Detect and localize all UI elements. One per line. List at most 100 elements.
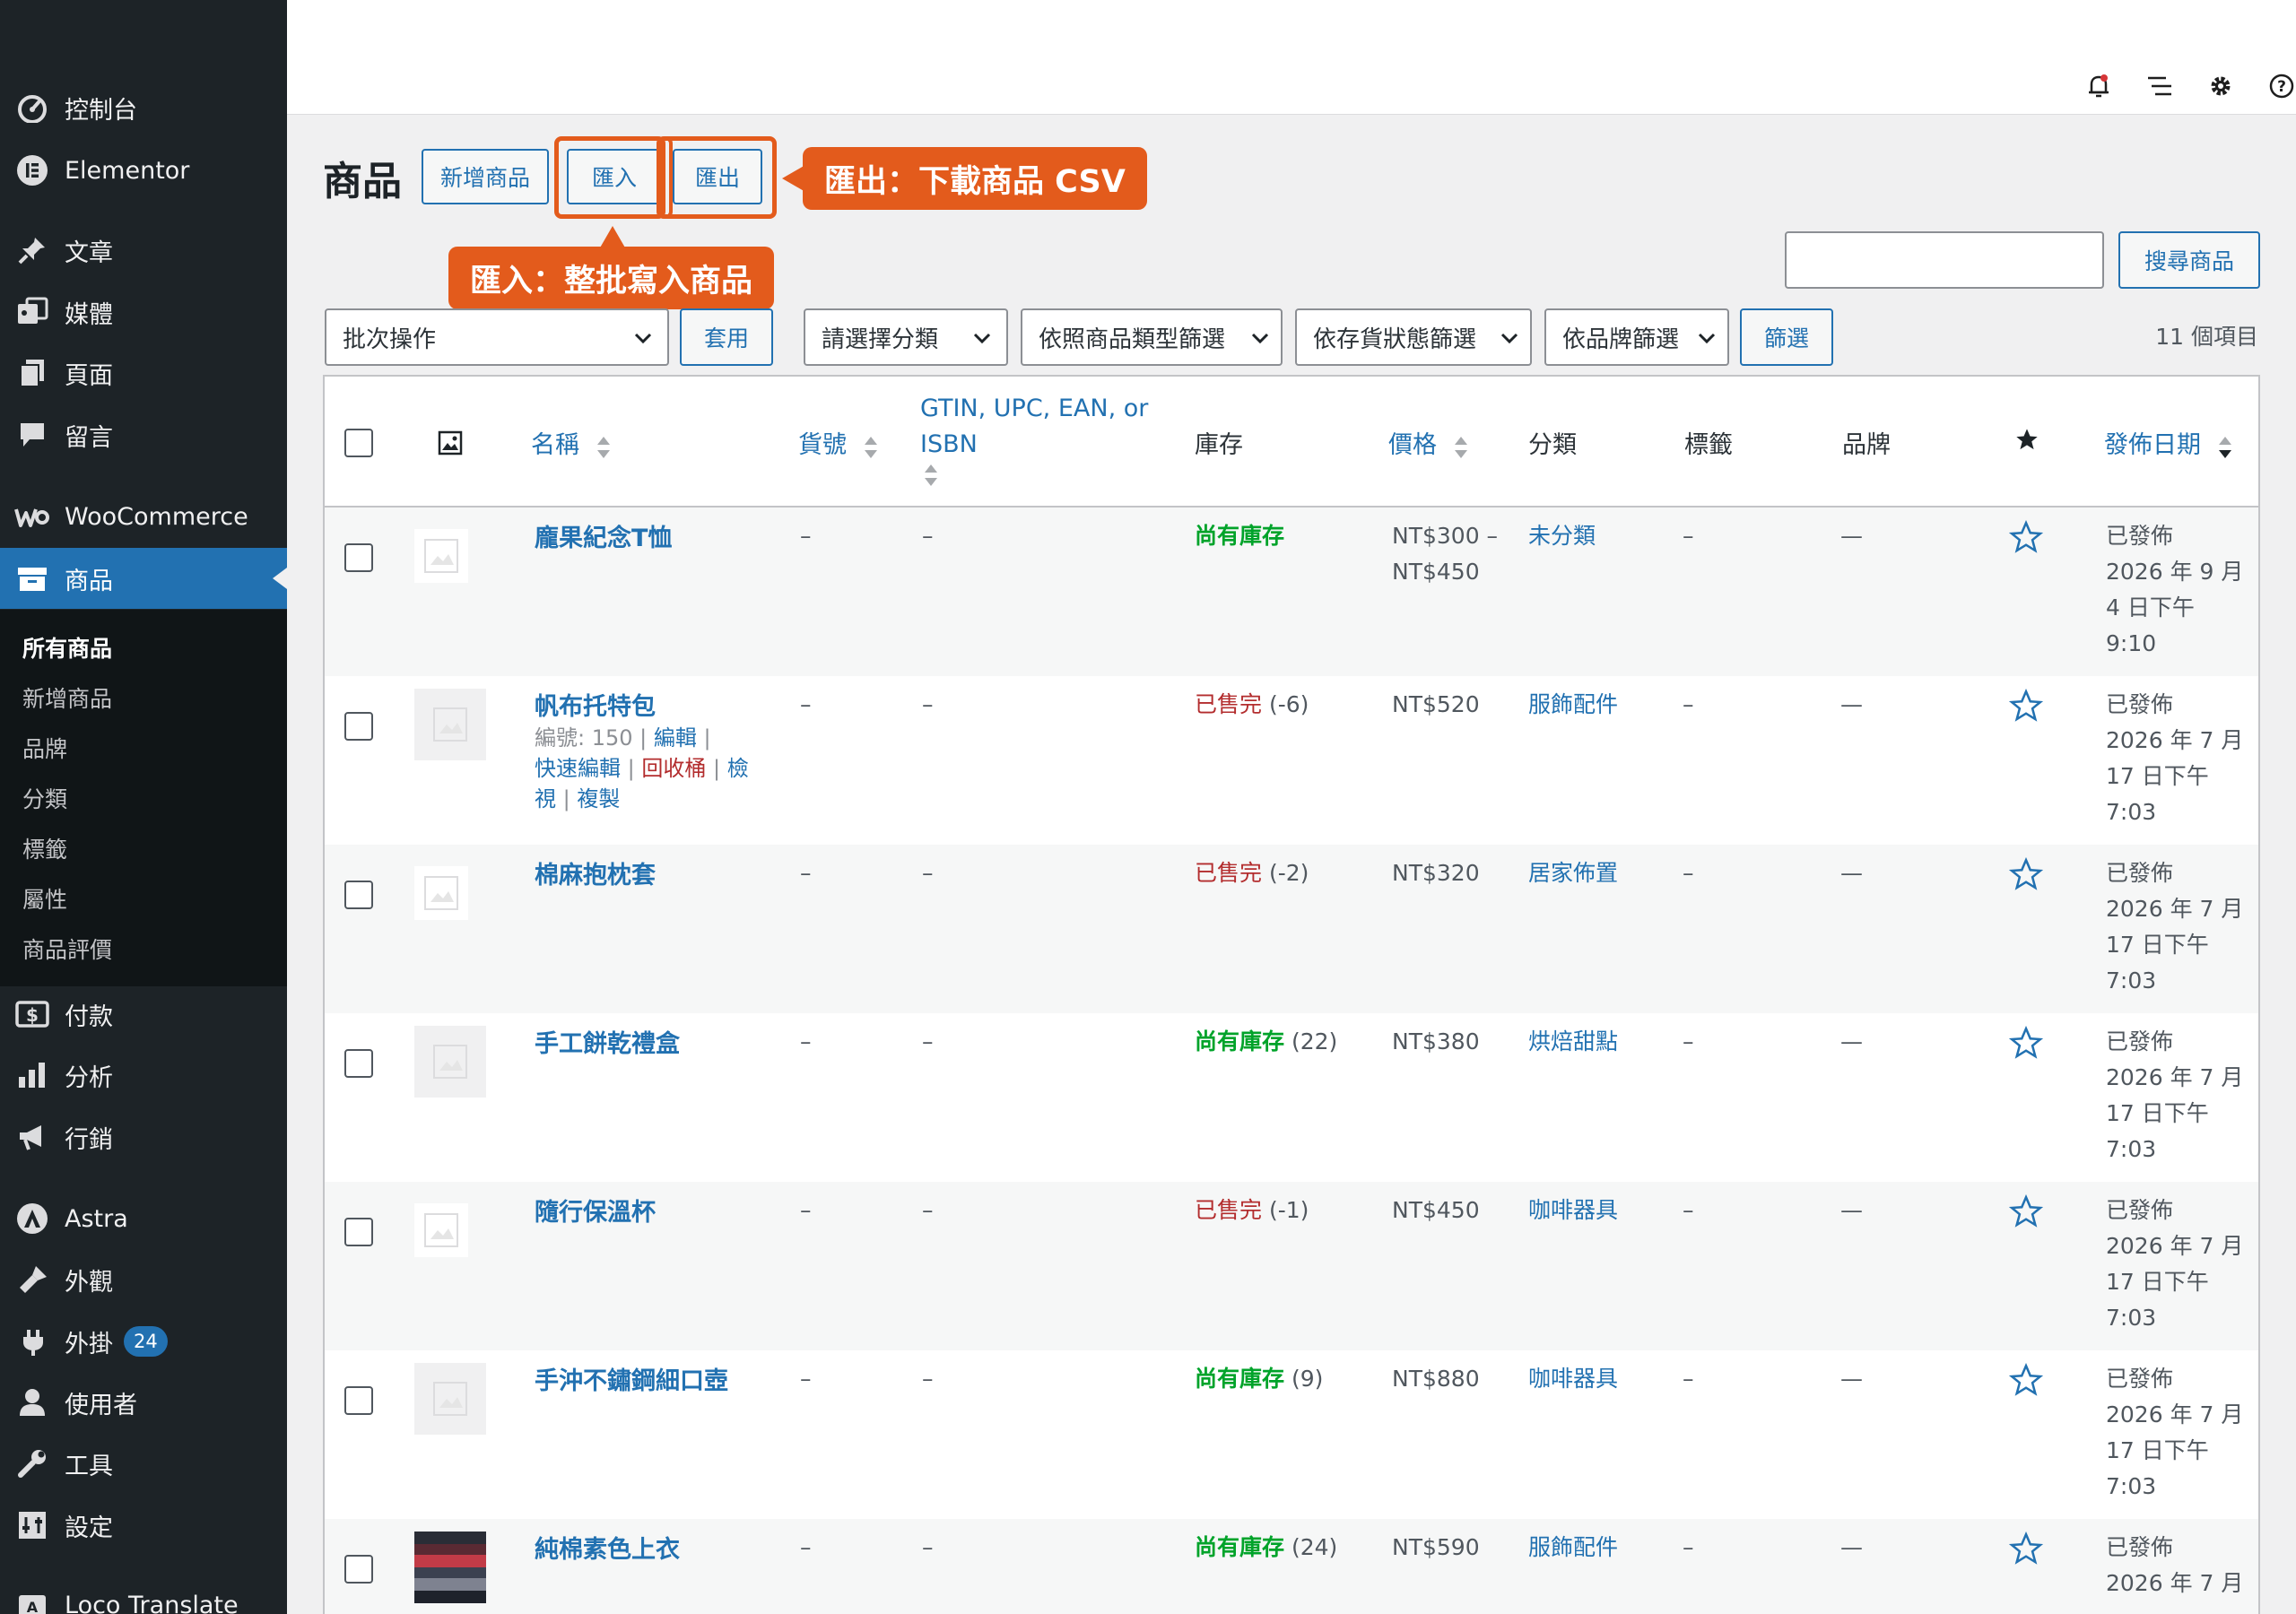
row-checkbox[interactable]	[344, 881, 373, 909]
category-link[interactable]: 居家佈置	[1528, 855, 1618, 891]
activity-list-icon[interactable]	[2142, 68, 2178, 104]
product-name-link[interactable]: 手工餅乾禮盒	[535, 1024, 680, 1059]
menu-plugins[interactable]: 外掛 24	[0, 1311, 287, 1372]
menu-posts[interactable]: 文章	[0, 220, 287, 281]
featured-toggle-star-icon[interactable]	[2009, 1026, 2043, 1060]
submenu-all-products[interactable]: 所有商品	[22, 631, 112, 664]
menu-woocommerce[interactable]: WooCommerce	[0, 486, 287, 547]
marketing-icon	[14, 1119, 50, 1155]
product-thumbnail-placeholder[interactable]	[414, 1026, 486, 1098]
export-button[interactable]: 匯出	[673, 149, 762, 204]
column-name[interactable]: 名稱	[531, 425, 611, 462]
chevron-down-icon	[1251, 333, 1269, 344]
brand-filter-select[interactable]: 依品牌篩選	[1544, 308, 1729, 366]
filter-button[interactable]: 篩選	[1740, 308, 1833, 366]
category-link[interactable]: 服飾配件	[1528, 687, 1618, 723]
column-price[interactable]: 價格	[1388, 425, 1468, 462]
stock-status-filter-select[interactable]: 依存貨狀態篩選	[1295, 308, 1532, 366]
menu-appearance[interactable]: 外觀	[0, 1249, 287, 1310]
view-link-part1[interactable]: 檢	[727, 756, 749, 781]
menu-comments[interactable]: 留言	[0, 404, 287, 465]
select-all-checkbox[interactable]	[344, 429, 373, 457]
price-cell: NT$380	[1392, 1028, 1480, 1054]
row-checkbox[interactable]	[344, 1555, 373, 1584]
product-name-link[interactable]: 棉麻抱枕套	[535, 855, 656, 890]
product-name-link[interactable]: 純棉素色上衣	[535, 1530, 680, 1565]
column-gtin[interactable]: GTIN, UPC, EAN, or ISBN	[920, 391, 1153, 490]
product-thumbnail-placeholder[interactable]	[414, 529, 468, 583]
menu-loco-translate[interactable]: A Loco Translate	[0, 1575, 287, 1614]
product-name-link[interactable]: 手沖不鏽鋼細口壺	[535, 1361, 728, 1396]
submenu-attributes[interactable]: 屬性	[22, 882, 67, 915]
product-name-link[interactable]: 隨行保溫杯	[535, 1193, 656, 1228]
product-name-link[interactable]: 龐果紀念T恤	[535, 518, 672, 553]
row-checkbox[interactable]	[344, 1386, 373, 1415]
menu-users[interactable]: 使用者	[0, 1372, 287, 1433]
row-checkbox[interactable]	[344, 543, 373, 572]
category-link[interactable]: 服飾配件	[1528, 1530, 1618, 1566]
menu-analytics[interactable]: 分析	[0, 1045, 287, 1106]
row-checkbox[interactable]	[344, 712, 373, 741]
gtin-cell: –	[922, 1366, 934, 1392]
menu-media[interactable]: 媒體	[0, 282, 287, 343]
menu-products[interactable]: 商品	[0, 548, 287, 609]
menu-astra[interactable]: Astra	[0, 1188, 287, 1249]
product-thumbnail[interactable]	[414, 1532, 486, 1603]
submenu-tags[interactable]: 標籤	[22, 832, 67, 864]
apply-button[interactable]: 套用	[680, 308, 773, 366]
help-icon[interactable]: ?	[2264, 68, 2296, 104]
notifications-bell-icon[interactable]	[2081, 68, 2117, 104]
date-line2: 17 日下午	[2106, 1100, 2209, 1126]
product-thumbnail-placeholder[interactable]	[414, 866, 468, 920]
gear-icon[interactable]	[2203, 68, 2239, 104]
duplicate-link[interactable]: 複製	[577, 786, 620, 811]
gtin-cell: –	[922, 860, 934, 886]
product-search-input[interactable]	[1785, 231, 2104, 289]
product-thumbnail-placeholder[interactable]	[414, 689, 486, 760]
featured-toggle-star-icon[interactable]	[2009, 857, 2043, 891]
menu-elementor[interactable]: Elementor	[0, 140, 287, 201]
submenu-brands[interactable]: 品牌	[22, 732, 67, 764]
featured-toggle-star-icon[interactable]	[2009, 689, 2043, 723]
column-categories: 分類	[1528, 431, 1577, 459]
category-link[interactable]: 咖啡器具	[1528, 1193, 1618, 1228]
featured-toggle-star-icon[interactable]	[2009, 1194, 2043, 1228]
featured-toggle-star-icon[interactable]	[2009, 1363, 2043, 1397]
category-link[interactable]: 烘焙甜點	[1528, 1024, 1618, 1060]
stock-cell: 已售完 (-2)	[1195, 855, 1309, 891]
bulk-action-select[interactable]: 批次操作	[325, 308, 669, 366]
menu-dashboard[interactable]: 控制台	[0, 77, 287, 138]
category-link[interactable]: 咖啡器具	[1528, 1361, 1618, 1397]
view-link-part2[interactable]: 視	[535, 786, 556, 811]
row-checkbox[interactable]	[344, 1049, 373, 1078]
price-cell: NT$300 – NT$450	[1392, 518, 1498, 590]
product-name-link[interactable]: 帆布托特包	[535, 687, 656, 722]
trash-link[interactable]: 回收桶	[641, 756, 706, 781]
featured-toggle-star-icon[interactable]	[2009, 520, 2043, 554]
product-thumbnail-placeholder[interactable]	[414, 1363, 486, 1435]
category-link[interactable]: 未分類	[1528, 518, 1596, 554]
submenu-categories[interactable]: 分類	[22, 782, 67, 814]
edit-link[interactable]: 編輯	[654, 725, 697, 751]
product-type-filter-select[interactable]: 依照商品類型篩選	[1021, 308, 1283, 366]
table-row: 手沖不鏽鋼細口壺 – – 尚有庫存 (9) NT$880 咖啡器具 – — 已發…	[325, 1350, 2258, 1519]
column-date[interactable]: 發佈日期	[2104, 425, 2232, 462]
product-thumbnail-placeholder[interactable]	[414, 1203, 468, 1257]
search-products-button[interactable]: 搜尋商品	[2118, 231, 2260, 289]
quick-edit-link[interactable]: 快速編輯	[535, 756, 621, 781]
menu-pages[interactable]: 頁面	[0, 343, 287, 404]
featured-toggle-star-icon[interactable]	[2009, 1532, 2043, 1566]
import-button[interactable]: 匯入	[567, 149, 662, 204]
menu-settings[interactable]: 設定	[0, 1495, 287, 1556]
submenu-reviews[interactable]: 商品評價	[22, 933, 112, 965]
publish-status: 已發佈	[2106, 860, 2174, 886]
submenu-add-new[interactable]: 新增商品	[22, 681, 112, 714]
menu-tools[interactable]: 工具	[0, 1433, 287, 1494]
add-new-product-button[interactable]: 新增商品	[422, 149, 549, 204]
row-checkbox[interactable]	[344, 1218, 373, 1246]
menu-marketing[interactable]: 行銷	[0, 1106, 287, 1167]
menu-payments[interactable]: $ 付款	[0, 984, 287, 1045]
stock-cell: 已售完 (-1)	[1195, 1193, 1309, 1228]
column-sku[interactable]: 貨號	[798, 425, 878, 462]
category-filter-select[interactable]: 請選擇分類	[804, 308, 1008, 366]
